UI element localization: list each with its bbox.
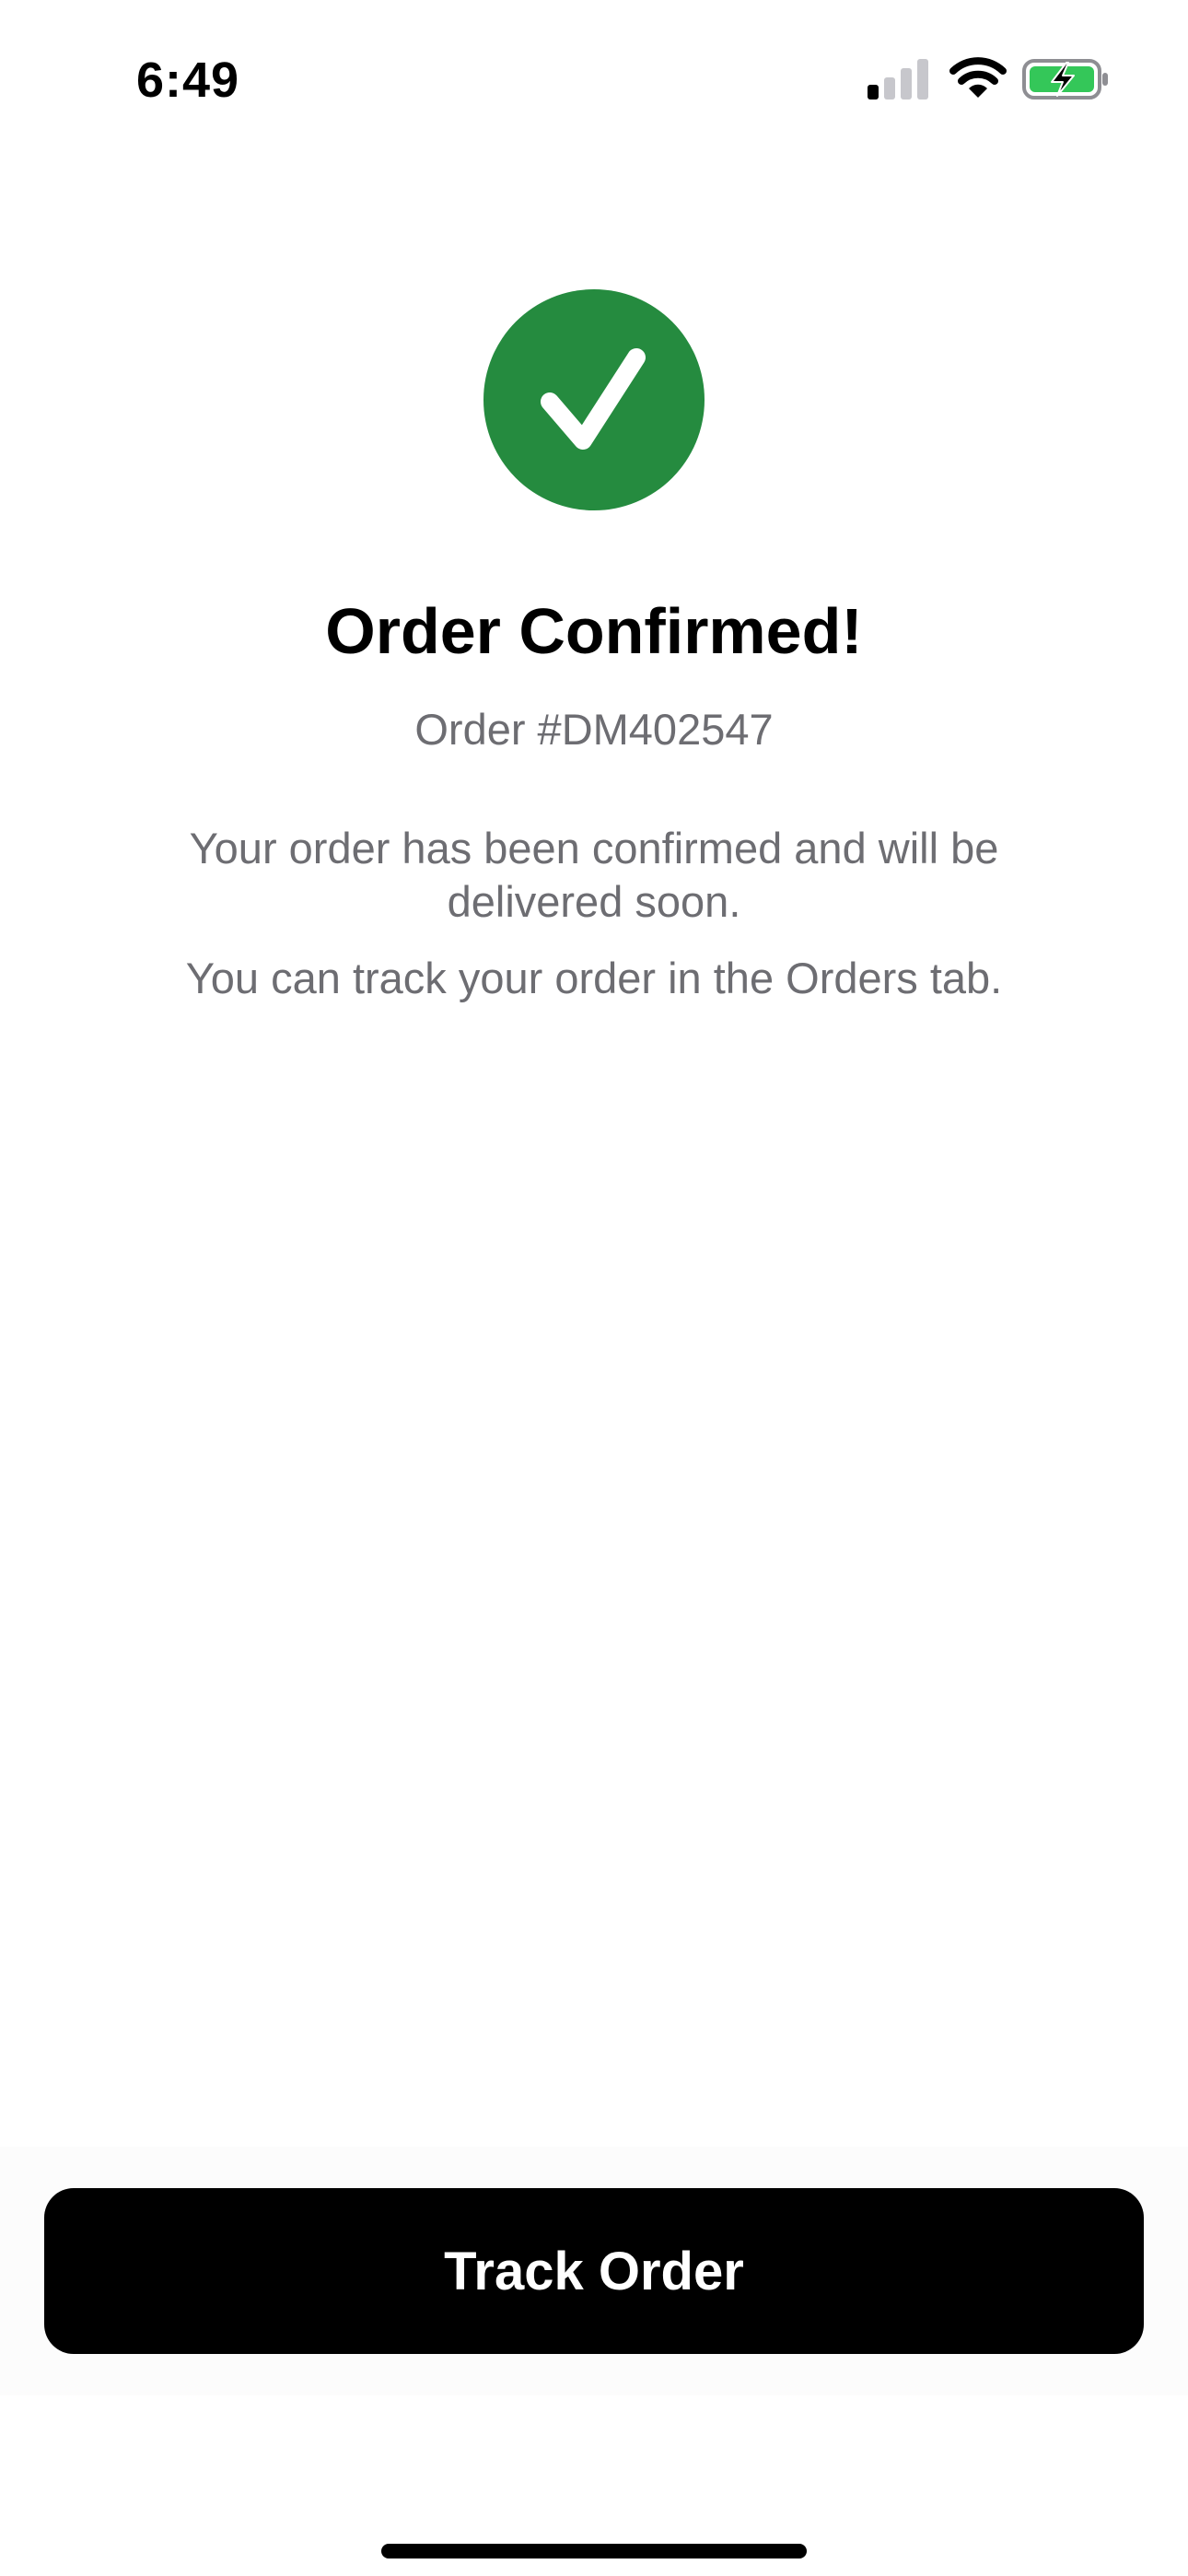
cellular-signal-icon (868, 59, 928, 100)
track-order-button[interactable]: Track Order (44, 2188, 1144, 2354)
status-time: 6:49 (136, 53, 240, 108)
battery-charging-icon (1022, 59, 1108, 100)
page-title: Order Confirmed! (325, 595, 863, 667)
order-number: Order #DM402547 (414, 705, 774, 754)
checkmark-icon (541, 348, 646, 450)
tracking-hint: You can track your order in the Orders t… (185, 954, 1003, 1002)
wifi-icon (949, 57, 1007, 98)
confirmation-message: Your order has been confirmed and will b… (189, 824, 999, 926)
home-indicator[interactable] (381, 2544, 807, 2558)
success-badge (483, 289, 705, 510)
status-bar: 6:49 (0, 0, 1188, 157)
